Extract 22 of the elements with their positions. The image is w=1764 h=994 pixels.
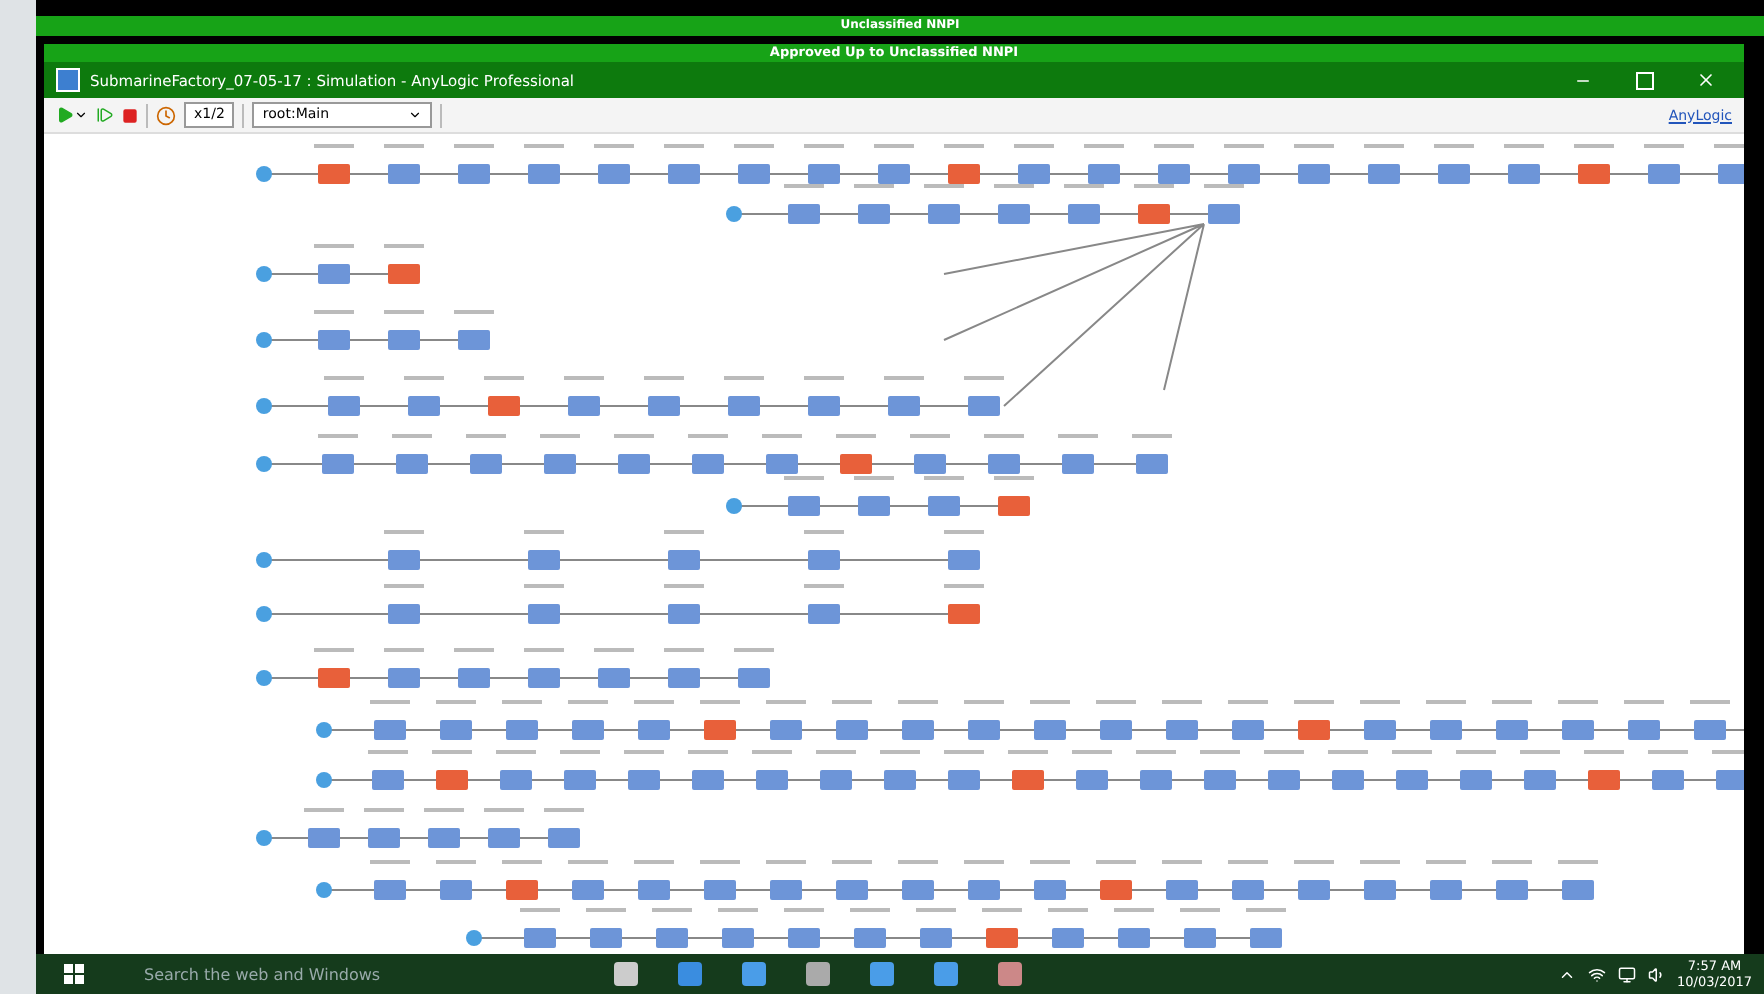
clock-icon	[156, 105, 176, 125]
app-icon[interactable]	[998, 962, 1022, 986]
app-icon	[56, 68, 80, 92]
search-field[interactable]: Search the web and Windows	[120, 965, 584, 983]
task-view-icon[interactable]	[614, 962, 638, 986]
caret-icon	[74, 108, 88, 122]
step-icon	[96, 106, 114, 124]
network-icon[interactable]	[1587, 965, 1606, 983]
play-icon	[56, 106, 74, 124]
app-icon[interactable]	[742, 962, 766, 986]
volume-icon[interactable]	[1647, 965, 1666, 983]
stop-icon	[122, 107, 138, 123]
app-icon[interactable]	[870, 962, 894, 986]
caret-icon	[408, 108, 423, 122]
display-icon[interactable]	[1617, 965, 1636, 983]
app-icon[interactable]	[806, 962, 830, 986]
close-icon	[1696, 70, 1716, 90]
windows-logo-icon	[64, 964, 84, 984]
maximize-icon	[1635, 71, 1653, 89]
app-icon[interactable]	[934, 962, 958, 986]
browser-icon[interactable]	[678, 962, 702, 986]
clock-button[interactable]	[156, 101, 176, 129]
